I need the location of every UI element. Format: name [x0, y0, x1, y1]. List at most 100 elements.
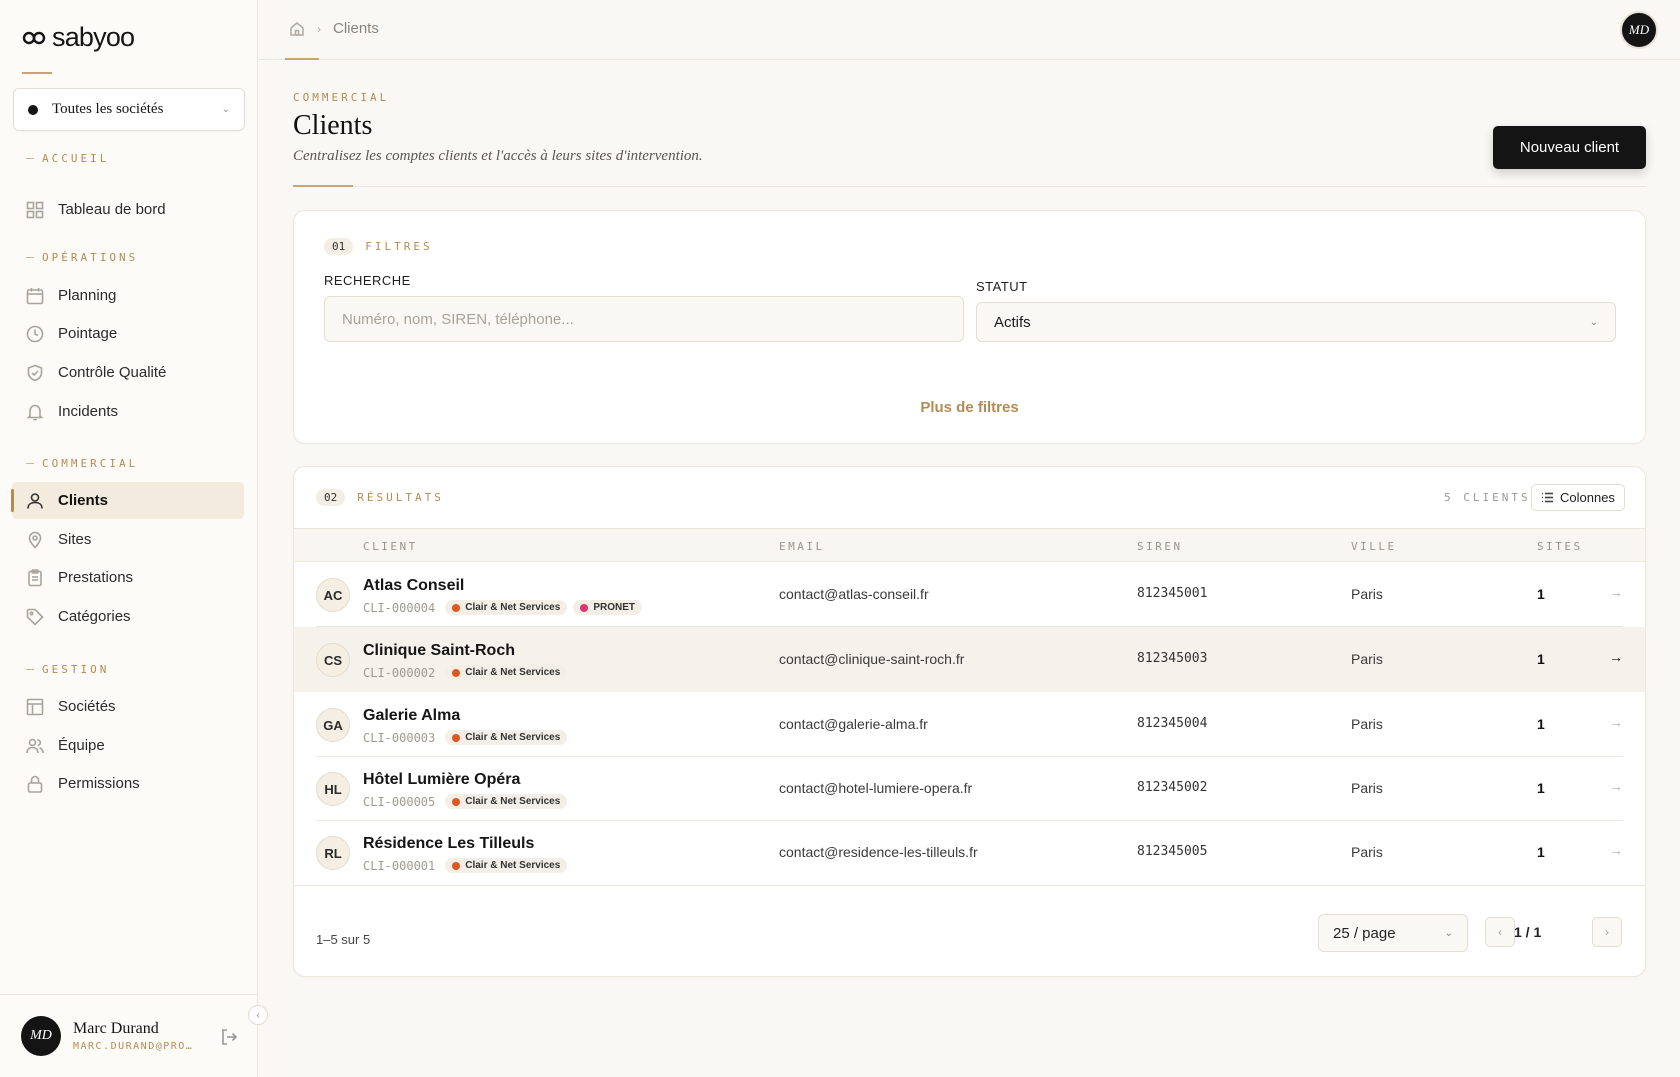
arrow-right-icon[interactable]: →	[1609, 584, 1623, 600]
nav-section-operations: OPÉRATIONS	[26, 251, 138, 264]
page-size-select[interactable]: 25 / page ⌄	[1318, 914, 1468, 952]
logo-text: sabyoo	[52, 22, 135, 52]
column-header-ville[interactable]: VILLE	[1351, 540, 1397, 553]
home-icon[interactable]	[289, 21, 305, 37]
column-header-siren[interactable]: SIREN	[1137, 540, 1183, 553]
columns-button[interactable]: Colonnes	[1531, 484, 1625, 511]
page-title: Clients	[293, 110, 373, 141]
logout-icon[interactable]	[220, 1028, 238, 1046]
client-siren: 812345001	[1137, 586, 1208, 601]
client-avatar: RL	[316, 836, 350, 870]
client-name: Hôtel Lumière Opéra	[363, 771, 521, 788]
table-header: CLIENT EMAIL SIREN VILLE SITES	[294, 528, 1645, 562]
sidebar-item-planning[interactable]: Planning	[12, 277, 244, 314]
company-select[interactable]: Toutes les sociétés ⌄	[13, 88, 245, 131]
client-email: contact@residence-les-tilleuls.fr	[779, 844, 978, 860]
client-avatar: HL	[316, 772, 350, 806]
company-chip: PRONET	[573, 600, 642, 615]
client-code: CLI-000001	[363, 858, 436, 873]
client-avatar: CS	[316, 643, 350, 677]
client-email: contact@atlas-conseil.fr	[779, 586, 929, 602]
client-sites: 1	[1537, 716, 1545, 732]
pagination-range: 1–5 sur 5	[316, 932, 371, 947]
search-input[interactable]: Numéro, nom, SIREN, téléphone...	[324, 296, 964, 342]
more-filters-button[interactable]: Plus de filtres	[294, 399, 1645, 416]
arrow-right-icon[interactable]: →	[1609, 778, 1623, 794]
sidebar-item-tableau-de-bord[interactable]: Tableau de bord	[12, 191, 244, 228]
client-email: contact@galerie-alma.fr	[779, 716, 928, 732]
arrow-right-icon[interactable]: →	[1609, 842, 1623, 858]
sidebar-item-label: Équipe	[58, 737, 105, 754]
logo-mark-icon	[22, 31, 46, 44]
status-value: Actifs	[994, 313, 1031, 331]
previous-page-button[interactable]: ‹	[1485, 917, 1515, 947]
breadcrumb-underline	[285, 58, 319, 60]
client-city: Paris	[1351, 586, 1383, 602]
company-chip: Clair & Net Services	[445, 600, 568, 615]
lock-icon	[27, 775, 43, 793]
client-city: Paris	[1351, 651, 1383, 667]
sidebar-item-clients[interactable]: Clients	[11, 482, 244, 519]
avatar[interactable]: MD	[21, 1016, 61, 1056]
collapse-sidebar-button[interactable]: ‹	[248, 1005, 268, 1025]
user-panel: MD Marc Durand MARC.DURAND@PRO…	[0, 994, 258, 1077]
sidebar-item-label: Pointage	[58, 325, 118, 342]
sidebar-item-label: Contrôle Qualité	[58, 364, 167, 381]
sidebar-item-prestations[interactable]: Prestations	[12, 559, 244, 596]
section-number: 02	[316, 489, 346, 506]
sidebar-item-incidents[interactable]: Incidents	[12, 393, 244, 430]
sidebar-item-label: Planning	[58, 287, 117, 304]
table-row[interactable]: HL Hôtel Lumière Opéra CLI-000005 Clair …	[294, 756, 1645, 821]
client-code: CLI-000004	[363, 600, 436, 615]
client-city: Paris	[1351, 844, 1383, 860]
table-row[interactable]: GA Galerie Alma CLI-000003 Clair & Net S…	[294, 692, 1645, 757]
chevron-left-icon: ‹	[1498, 925, 1502, 939]
company-dot-icon	[452, 797, 461, 806]
arrow-right-icon[interactable]: →	[1609, 649, 1623, 665]
sidebar-item-categories[interactable]: Catégories	[12, 598, 244, 635]
column-header-sites[interactable]: SITES	[1537, 540, 1583, 553]
client-sites: 1	[1537, 844, 1545, 860]
results-header: 02 RÉSULTATS	[316, 489, 444, 506]
section-number: 01	[324, 238, 354, 255]
columns-button-label: Colonnes	[1560, 490, 1615, 505]
building-icon	[26, 698, 44, 715]
filters-card: 01 FILTRES RECHERCHE Numéro, nom, SIREN,…	[293, 210, 1646, 444]
search-label: RECHERCHE	[324, 273, 411, 288]
company-chip: Clair & Net Services	[445, 794, 568, 809]
sidebar-item-societes[interactable]: Sociétés	[12, 688, 244, 725]
sidebar-item-equipe[interactable]: Équipe	[12, 727, 244, 764]
client-code: CLI-000003	[363, 730, 436, 745]
sidebar-item-label: Incidents	[58, 403, 119, 420]
next-page-button[interactable]: ›	[1592, 917, 1622, 947]
page-eyebrow: COMMERCIAL	[293, 91, 390, 104]
sidebar-item-label: Sites	[58, 531, 92, 548]
status-select[interactable]: Actifs ⌄	[976, 302, 1616, 342]
nav-section-gestion: GESTION	[26, 663, 109, 676]
table-row[interactable]: CS Clinique Saint-Roch CLI-000002 Clair …	[294, 627, 1645, 692]
sidebar-item-sites[interactable]: Sites	[12, 521, 244, 558]
client-sites: 1	[1537, 586, 1545, 602]
user-icon	[27, 492, 43, 509]
results-card: 02 RÉSULTATS 5 CLIENTS Colonnes CLIENT E…	[293, 466, 1646, 977]
sidebar-item-permissions[interactable]: Permissions	[12, 765, 244, 802]
breadcrumb: › Clients	[289, 20, 379, 37]
table-row[interactable]: RL Résidence Les Tilleuls CLI-000001 Cla…	[294, 820, 1645, 885]
avatar[interactable]: MD	[1620, 11, 1658, 49]
list-icon	[1542, 492, 1553, 503]
sidebar-item-pointage[interactable]: Pointage	[12, 315, 244, 352]
chevron-down-icon: ⌄	[1589, 316, 1598, 328]
arrow-right-icon[interactable]: →	[1609, 714, 1623, 730]
column-header-email[interactable]: EMAIL	[779, 540, 825, 553]
company-chip: Clair & Net Services	[445, 858, 568, 873]
page-subtitle: Centralisez les comptes clients et l'acc…	[293, 148, 703, 164]
client-code: CLI-000005	[363, 794, 436, 809]
sidebar-item-controle-qualite[interactable]: Contrôle Qualité	[12, 354, 244, 391]
sidebar-item-label: Prestations	[58, 569, 134, 586]
new-client-button[interactable]: Nouveau client	[1493, 126, 1646, 169]
company-dot-icon	[28, 104, 38, 115]
logo[interactable]: sabyoo	[22, 22, 135, 53]
table-row[interactable]: AC Atlas Conseil CLI-000004 Clair & Net …	[294, 562, 1645, 627]
column-header-client[interactable]: CLIENT	[363, 540, 418, 553]
client-sites: 1	[1537, 651, 1545, 667]
